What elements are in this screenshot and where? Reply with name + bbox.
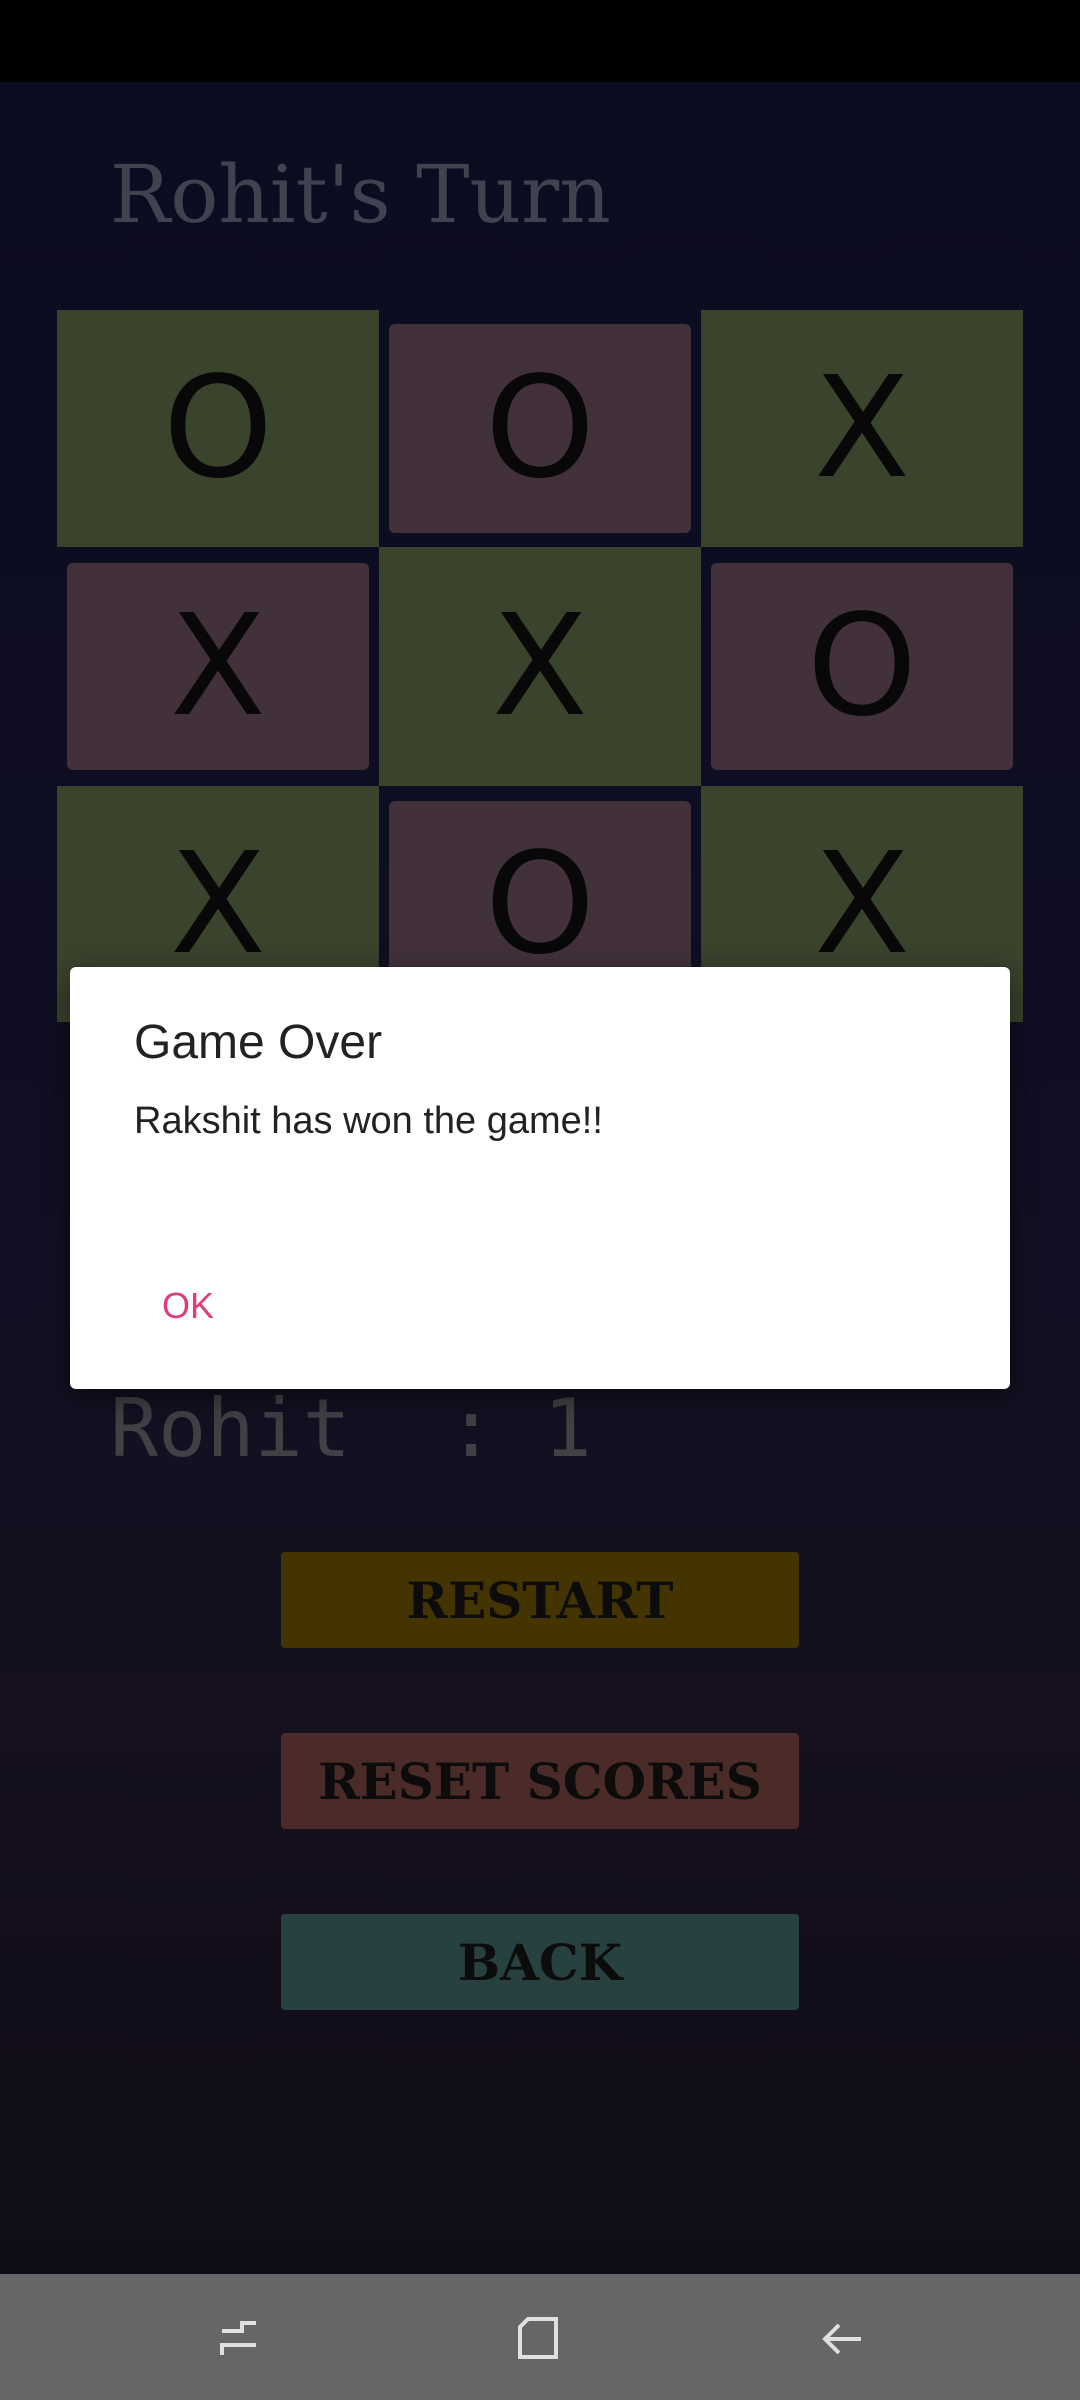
game-over-dialog: Game Over Rakshit has won the game!! OK <box>70 967 1010 1389</box>
back-arrow-icon[interactable] <box>808 2304 878 2374</box>
dialog-ok-button[interactable]: OK <box>162 1285 214 1327</box>
dialog-message: Rakshit has won the game!! <box>134 1100 603 1142</box>
status-bar <box>0 0 1080 82</box>
dialog-title: Game Over <box>134 1016 383 1069</box>
navigation-bar <box>0 2274 1080 2400</box>
home-icon[interactable] <box>505 2304 575 2374</box>
recent-apps-icon[interactable] <box>205 2304 275 2374</box>
